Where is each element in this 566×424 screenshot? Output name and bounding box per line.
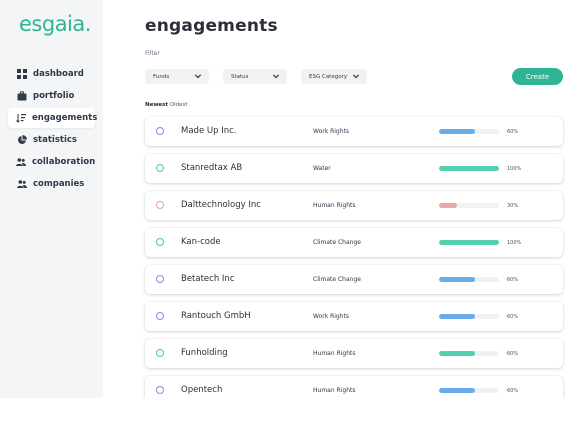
progress-percent: 60% [507, 129, 519, 135]
engagement-topic: Water [313, 165, 331, 172]
filter-dropdown-funds[interactable]: Funds [145, 69, 209, 84]
progress-bar-fill [439, 203, 457, 208]
progress-bar [439, 166, 499, 171]
company-name: Stanredtax AB [181, 163, 243, 173]
progress-bar-fill [439, 388, 475, 393]
status-ring-icon [156, 312, 164, 320]
progress-bar-fill [439, 314, 475, 319]
sidebar-item-label: engagements [32, 113, 98, 123]
create-button[interactable]: Create [512, 68, 563, 85]
filter-label: Filter [145, 50, 160, 57]
sidebar-item-collaboration[interactable]: collaboration [8, 152, 95, 172]
status-ring-icon [156, 127, 164, 135]
company-name: Funholding [181, 348, 228, 358]
company-name: Rantouch GmbH [181, 311, 251, 321]
filter-label-text: Status [231, 73, 249, 80]
filter-label-text: ESG Category [309, 73, 348, 80]
sort-oldest-link[interactable]: Oldest [170, 102, 188, 108]
progress-bar-fill [439, 351, 475, 356]
engagement-row[interactable]: Rantouch GmbH Work Rights 60% [145, 302, 563, 331]
filter-dropdown-status[interactable]: Status [223, 69, 287, 84]
progress-bar-fill [439, 240, 499, 245]
engagement-row[interactable]: Dalttechnology Inc Human Rights 30% [145, 191, 563, 220]
grid-icon [16, 69, 27, 80]
progress-percent: 100% [507, 166, 522, 172]
sidebar-nav: dashboard portfolio engagements statistics c… [8, 64, 98, 196]
progress-bar [439, 277, 499, 282]
status-ring-icon [156, 164, 164, 172]
status-ring-icon [156, 275, 164, 283]
users-icon [16, 179, 27, 190]
engagement-row[interactable]: Stanredtax AB Water 100% [145, 154, 563, 183]
sidebar-item-label: portfolio [33, 91, 75, 101]
filter-dropdown-esg-category[interactable]: ESG Category [301, 69, 367, 84]
engagement-topic: Human Rights [313, 202, 356, 209]
engagement-row[interactable]: Kan-code Climate Change 100% [145, 228, 563, 257]
sort-icon [16, 113, 26, 124]
chevron-down-icon [352, 72, 360, 82]
progress-bar [439, 240, 499, 245]
progress-bar-fill [439, 277, 475, 282]
sort-toggle: Newest Oldest [145, 102, 188, 108]
main-content: engagements Filter Funds Status ESG Catego… [103, 0, 566, 398]
engagement-topic: Work Rights [313, 128, 350, 135]
progress-bar [439, 129, 499, 134]
sidebar-item-dashboard[interactable]: dashboard [8, 64, 95, 84]
chevron-down-icon [272, 72, 280, 82]
progress-percent: 60% [507, 277, 519, 283]
engagement-row[interactable]: Betatech Inc Climate Change 60% [145, 265, 563, 294]
status-ring-icon [156, 201, 164, 209]
sidebar-item-engagements[interactable]: engagements [8, 108, 98, 128]
chevron-down-icon [194, 72, 202, 82]
company-name: Made Up Inc. [181, 126, 237, 136]
briefcase-icon [16, 91, 27, 102]
logo[interactable]: esgaia. [19, 12, 91, 36]
progress-percent: 60% [507, 388, 519, 394]
progress-bar [439, 314, 499, 319]
sidebar-item-statistics[interactable]: statistics [8, 130, 95, 150]
app-window: esgaia. dashboard portfolio engagements sta… [0, 0, 566, 398]
status-ring-icon [156, 386, 164, 394]
engagement-topic: Climate Change [313, 239, 361, 246]
engagement-row[interactable]: Funholding Human Rights 60% [145, 339, 563, 368]
engagement-topic: Human Rights [313, 350, 356, 357]
users-icon [16, 157, 26, 168]
company-name: Kan-code [181, 237, 221, 247]
progress-bar [439, 388, 499, 393]
sidebar-item-label: dashboard [33, 69, 84, 79]
engagement-row[interactable]: Made Up Inc. Work Rights 60% [145, 117, 563, 146]
pie-chart-icon [16, 135, 27, 146]
company-name: Betatech Inc [181, 274, 235, 284]
progress-bar-fill [439, 166, 499, 171]
company-name: Opentech [181, 385, 223, 395]
engagement-topic: Work Rights [313, 313, 350, 320]
engagement-list: Made Up Inc. Work Rights 60% Stanredtax AB W… [145, 117, 563, 398]
progress-bar [439, 203, 499, 208]
sort-newest-link[interactable]: Newest [145, 102, 168, 108]
progress-percent: 60% [507, 314, 519, 320]
filter-bar: Funds Status ESG Category [145, 69, 381, 84]
sidebar-item-label: companies [33, 179, 85, 189]
engagement-topic: Human Rights [313, 387, 356, 394]
status-ring-icon [156, 349, 164, 357]
progress-bar-fill [439, 129, 475, 134]
progress-percent: 100% [507, 240, 522, 246]
filter-label-text: Funds [153, 73, 170, 80]
page-title: engagements [145, 16, 278, 36]
engagement-row[interactable]: Opentech Human Rights 60% [145, 376, 563, 398]
sidebar-item-label: collaboration [32, 157, 96, 167]
progress-percent: 60% [507, 351, 519, 357]
progress-bar [439, 351, 499, 356]
progress-percent: 30% [507, 203, 519, 209]
sidebar-item-label: statistics [33, 135, 77, 145]
sidebar-item-companies[interactable]: companies [8, 174, 95, 194]
sidebar: esgaia. dashboard portfolio engagements sta… [0, 0, 103, 398]
engagement-topic: Climate Change [313, 276, 361, 283]
status-ring-icon [156, 238, 164, 246]
company-name: Dalttechnology Inc [181, 200, 261, 210]
sidebar-item-portfolio[interactable]: portfolio [8, 86, 95, 106]
